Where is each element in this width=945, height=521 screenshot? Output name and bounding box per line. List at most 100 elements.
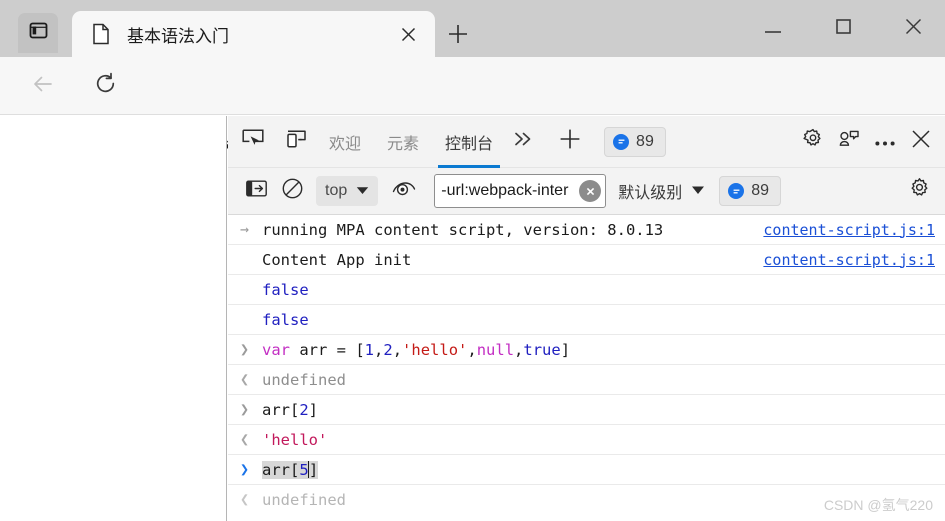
message-bubble-icon — [728, 183, 745, 199]
execution-context-value: top — [325, 182, 348, 199]
devtools-close-button[interactable] — [903, 125, 939, 159]
console-source-link[interactable]: content-script.js:1 — [763, 251, 935, 269]
plus-icon — [559, 128, 581, 155]
row-gutter-icon: ❮ — [240, 430, 250, 448]
issues-count: 89 — [751, 182, 770, 199]
more-ellipsis-icon — [875, 133, 895, 151]
tab-label: 控制台 — [445, 135, 494, 153]
issues-badge-filterbar[interactable]: 89 — [719, 176, 782, 206]
console-message-list[interactable]: → running MPA content script, version: 8… — [228, 215, 945, 521]
console-row-input[interactable]: ❯ var arr = [1,2,'hello',null,true] var … — [228, 335, 945, 365]
device-toolbar-button[interactable] — [278, 125, 316, 159]
console-filter-toolbar: top -url:webpack-inter 默认级别 89 — [228, 168, 945, 215]
row-gutter-icon: ❯ — [240, 340, 250, 358]
console-message-text: false — [262, 310, 309, 329]
devtools-tabbar-actions — [795, 125, 945, 159]
browser-window: 基本语法入门 欢迎 元素 控制台 89 top -url:webpack-int… — [0, 0, 945, 521]
navigation-toolbar: localhost:63342/C... — [0, 57, 945, 167]
devtools-tab-console[interactable]: 控制台 — [432, 116, 506, 168]
close-icon — [905, 18, 922, 40]
console-row-result[interactable]: ❮ 'hello' — [228, 425, 945, 455]
chevron-down-icon — [356, 182, 369, 200]
chevron-double-right-icon — [513, 131, 533, 152]
console-row[interactable]: Content App init content-script.js:1 — [228, 245, 945, 275]
clear-console-button[interactable] — [274, 175, 310, 207]
console-input-code: var arr = [1,2,'hello',null,true] — [262, 340, 571, 359]
console-eager-result-text: undefined — [262, 490, 346, 509]
issues-count: 89 — [636, 132, 654, 150]
console-row-result[interactable]: ❮ undefined — [228, 365, 945, 395]
page-viewport[interactable] — [0, 116, 227, 521]
console-filter-value: -url:webpack-inter — [441, 182, 569, 199]
more-tabs-button[interactable] — [506, 125, 540, 159]
window-close-button[interactable] — [890, 12, 936, 46]
reload-icon — [94, 72, 117, 100]
console-source-link[interactable]: content-script.js:1 — [763, 221, 935, 239]
gear-icon — [908, 177, 931, 205]
add-panel-button[interactable] — [550, 125, 590, 159]
devtools-dock-icon — [838, 129, 860, 154]
back-button[interactable] — [25, 68, 61, 104]
browser-tab-active[interactable]: 基本语法入门 — [72, 11, 435, 57]
plus-icon — [447, 23, 469, 50]
console-row-input[interactable]: ❯ arr[2] arr[2] — [228, 395, 945, 425]
devtools-panel: 欢迎 元素 控制台 89 top -url:webpack-inter 默认级别… — [228, 116, 945, 521]
console-message-text: running MPA content script, version: 8.0… — [262, 220, 664, 239]
live-expression-button[interactable] — [386, 175, 422, 207]
tab-close-button[interactable] — [395, 21, 421, 47]
page-document-icon — [91, 23, 111, 45]
console-filter-input[interactable]: -url:webpack-inter — [434, 174, 607, 208]
console-row[interactable]: → running MPA content script, version: 8… — [228, 215, 945, 245]
reload-button[interactable] — [87, 68, 123, 104]
console-prompt-row[interactable]: ❯ arr[5] arr[5] — [228, 455, 945, 485]
minimize-icon — [765, 20, 781, 38]
console-message-text: false — [262, 280, 309, 299]
new-tab-button[interactable] — [443, 21, 473, 51]
console-row[interactable]: false — [228, 305, 945, 335]
live-expression-eye-icon — [392, 180, 416, 202]
console-prompt-input[interactable]: arr[5] — [262, 460, 319, 479]
tab-label: 元素 — [387, 135, 420, 153]
console-sidebar-button[interactable] — [238, 175, 274, 207]
execution-context-selector[interactable]: top — [316, 176, 379, 206]
console-row[interactable]: false — [228, 275, 945, 305]
issues-badge-top[interactable]: 89 — [604, 126, 666, 157]
inspect-element-icon — [242, 129, 264, 154]
log-level-value: 默认级别 — [618, 185, 683, 202]
console-message-text: Content App init — [262, 250, 412, 269]
devtools-tabbar: 欢迎 元素 控制台 89 — [228, 116, 945, 168]
message-bubble-icon — [613, 133, 630, 150]
vertical-tabs-icon — [29, 21, 48, 45]
maximize-icon — [835, 19, 851, 39]
devtools-more-options-button[interactable] — [867, 125, 903, 159]
console-sidebar-icon — [245, 180, 267, 202]
console-settings-button[interactable] — [901, 174, 937, 208]
gear-icon — [802, 128, 824, 155]
window-maximize-button[interactable] — [820, 12, 866, 46]
devtools-tab-welcome[interactable]: 欢迎 — [316, 116, 374, 168]
window-minimize-button[interactable] — [750, 12, 796, 46]
title-bar: 基本语法入门 — [0, 0, 945, 57]
devtools-tab-elements[interactable]: 元素 — [374, 116, 432, 168]
tab-title: 基本语法入门 — [127, 26, 229, 46]
console-input-code: arr[2] — [262, 400, 319, 419]
row-gutter-icon: → — [240, 220, 250, 238]
vertical-tabs-button[interactable] — [18, 13, 58, 53]
log-level-selector[interactable]: 默认级别 — [618, 176, 705, 206]
row-gutter-icon: ❮ — [240, 490, 250, 508]
row-gutter-icon: ❮ — [240, 370, 250, 388]
watermark: CSDN @氢气220 — [823, 497, 933, 513]
back-arrow-icon — [31, 72, 55, 101]
devtools-customize-button[interactable] — [831, 125, 867, 159]
tab-label: 欢迎 — [329, 135, 362, 153]
row-gutter-icon: ❯ — [240, 400, 250, 418]
page-content-blank — [0, 116, 226, 521]
clear-filter-button[interactable] — [579, 180, 602, 202]
prompt-caret-icon: ❯ — [240, 460, 250, 478]
inspect-element-button[interactable] — [234, 125, 272, 159]
console-result-text: 'hello' — [262, 430, 328, 449]
devtools-settings-button[interactable] — [795, 125, 831, 159]
device-toolbar-icon — [286, 129, 308, 154]
clear-console-icon — [282, 178, 303, 204]
close-icon — [911, 129, 931, 154]
